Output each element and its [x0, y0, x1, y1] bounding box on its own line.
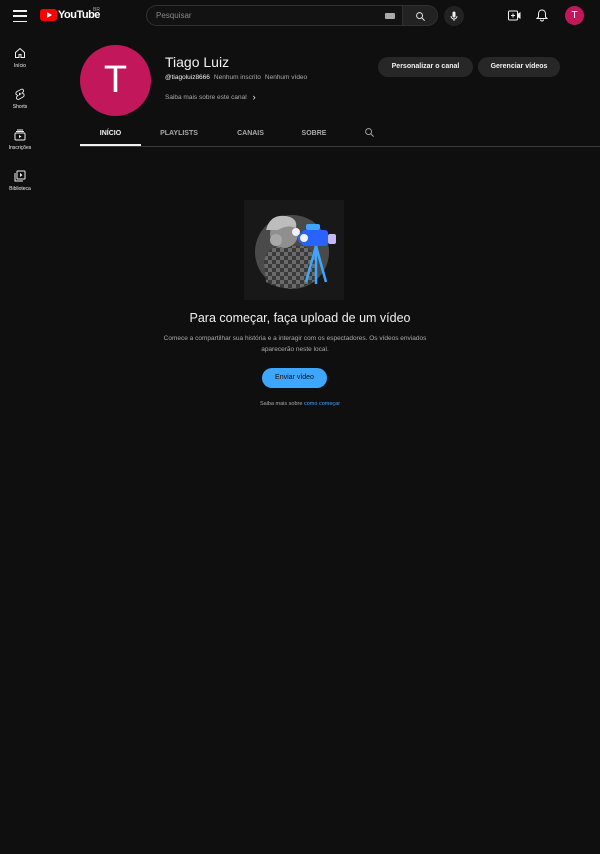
learn-more-text: Saiba mais sobre como começar [0, 401, 600, 407]
create-video-icon[interactable] [508, 10, 521, 21]
menu-icon[interactable] [13, 10, 27, 22]
region-code: BR [93, 7, 100, 13]
subscriber-count: Nenhum inscrito [213, 74, 261, 81]
channel-avatar[interactable]: T [80, 45, 151, 116]
home-icon [15, 47, 25, 58]
upload-illustration [244, 200, 344, 300]
customize-channel-button[interactable]: Personalizar o canal [378, 57, 473, 77]
video-count: Nenhum vídeo [264, 74, 308, 81]
empty-state-description: Comece a compartilhar sua história e a i… [163, 335, 427, 353]
sidebar-item-label: Inscrições [8, 145, 32, 151]
sidebar-item-label: Biblioteca [9, 186, 31, 192]
library-icon [14, 170, 26, 182]
channel-search-icon[interactable] [364, 127, 375, 138]
getting-started-link[interactable]: como começar [304, 401, 340, 407]
channel-about-link[interactable]: Saiba mais sobre este canal › [165, 92, 256, 102]
tab-home[interactable]: INÍCIO [80, 124, 141, 146]
chevron-right-icon: › [252, 92, 256, 102]
shorts-icon [15, 88, 25, 100]
sidebar-item-label: Shorts [12, 104, 28, 110]
mic-icon [450, 11, 458, 21]
tab-playlists[interactable]: PLAYLISTS [150, 124, 208, 146]
sidebar-item-shorts[interactable]: Shorts [0, 82, 40, 118]
search-input[interactable] [156, 6, 376, 25]
youtube-logo[interactable]: YouTube [40, 9, 100, 21]
channel-tabs: INÍCIO PLAYLISTS CANAIS SOBRE [80, 124, 600, 147]
sidebar-item-subscriptions[interactable]: Inscrições [0, 123, 40, 159]
learn-more-prefix: Saiba mais sobre [259, 401, 303, 407]
subscriptions-icon [14, 129, 26, 141]
search-button[interactable] [403, 5, 438, 26]
sidebar-item-home[interactable]: Início [0, 41, 40, 77]
account-avatar[interactable]: T [565, 6, 584, 25]
tab-about[interactable]: SOBRE [294, 124, 334, 146]
search-icon [416, 12, 425, 21]
about-link-text: Saiba mais sobre este canal [165, 93, 247, 101]
voice-search-button[interactable] [444, 6, 464, 26]
empty-state-title: Para começar, faça upload de um vídeo [189, 311, 411, 325]
youtube-play-icon [40, 9, 57, 21]
camera-operator-illustration [255, 215, 336, 289]
keyboard-icon[interactable] [385, 13, 395, 19]
upload-video-button[interactable]: Enviar vídeo [262, 368, 327, 388]
sidebar-item-label: Início [14, 63, 26, 69]
channel-name: Tiago Luiz [165, 54, 230, 70]
top-bar: YouTube BR T [0, 0, 600, 32]
sidebar-item-library[interactable]: Biblioteca [0, 164, 40, 200]
manage-videos-button[interactable]: Gerenciar vídeos [478, 57, 560, 77]
channel-meta: @tiagoluiz8666 Nenhum inscrito Nenhum víde… [165, 74, 307, 81]
search-box [146, 5, 403, 26]
tab-channels[interactable]: CANAIS [228, 124, 273, 146]
channel-handle: @tiagoluiz8666 [165, 74, 210, 81]
notifications-bell-icon[interactable] [536, 9, 548, 22]
